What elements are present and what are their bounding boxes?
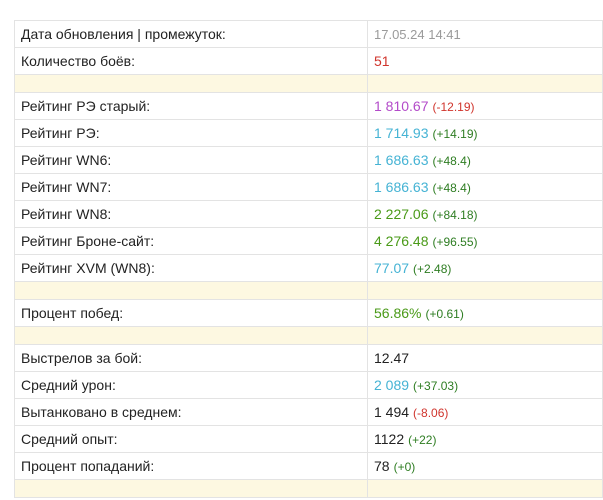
- stat-label: Вытанковано в среднем:: [14, 398, 368, 426]
- stat-delta: (+14.19): [432, 127, 478, 141]
- stat-label: Выстрелов за бой:: [14, 344, 368, 372]
- stat-value: 17.05.24 14:41: [374, 27, 461, 42]
- stat-label: Рейтинг XVM (WN8):: [14, 254, 368, 282]
- stat-value: 1122: [374, 431, 405, 447]
- spacer-cell: [367, 74, 603, 93]
- stats-table: Дата обновления | промежуток: 17.05.24 14…: [14, 20, 603, 498]
- stat-value-cell: 1 494 (-8.06): [367, 398, 603, 426]
- stat-value-cell: 78 (+0): [367, 452, 603, 480]
- stat-row-rating-brone: Рейтинг Броне-сайт: 4 276.48 (+96.55): [14, 227, 603, 255]
- stat-row-rating-wn6: Рейтинг WN6: 1 686.63 (+48.4): [14, 146, 603, 174]
- stat-label: Средний опыт:: [14, 425, 368, 453]
- stat-value-cell: 2 227.06 (+84.18): [367, 200, 603, 228]
- stat-delta: (-8.06): [413, 406, 449, 420]
- stat-row-avg-damage: Средний урон: 2 089 (+37.03): [14, 371, 603, 399]
- stat-value-cell: 4 276.48 (+96.55): [367, 227, 603, 255]
- stat-value-cell: 1 714.93 (+14.19): [367, 119, 603, 147]
- stat-row-rating-wn8: Рейтинг WN8: 2 227.06 (+84.18): [14, 200, 603, 228]
- stat-label: Дата обновления | промежуток:: [14, 20, 368, 48]
- stat-row-update-date: Дата обновления | промежуток: 17.05.24 14…: [14, 20, 603, 48]
- stat-value: 1 686.63: [374, 179, 429, 195]
- stat-label: Средний урон:: [14, 371, 368, 399]
- stat-delta: (+0.61): [425, 307, 464, 321]
- stat-label: Рейтинг Броне-сайт:: [14, 227, 368, 255]
- stat-delta: (+37.03): [413, 379, 459, 393]
- spacer-cell: [367, 479, 603, 498]
- stat-value: 2 089: [374, 377, 410, 393]
- stat-value-cell: 2 089 (+37.03): [367, 371, 603, 399]
- stat-value: 1 714.93: [374, 125, 429, 141]
- stat-row-rating-wn7: Рейтинг WN7: 1 686.63 (+48.4): [14, 173, 603, 201]
- stat-delta: (+0): [393, 460, 416, 474]
- spacer-cell: [14, 281, 368, 300]
- stat-row-win-rate: Процент побед: 56.86% (+0.61): [14, 299, 603, 327]
- stat-value-cell: 17.05.24 14:41: [367, 20, 603, 48]
- stat-row-avg-tanked: Вытанковано в среднем: 1 494 (-8.06): [14, 398, 603, 426]
- spacer-cell: [14, 326, 368, 345]
- spacer-cell: [367, 326, 603, 345]
- stat-value: 2 227.06: [374, 206, 429, 222]
- stat-row-shots-per-battle: Выстрелов за бой: 12.47: [14, 344, 603, 372]
- spacer-row: [14, 281, 603, 300]
- stat-label: Рейтинг WN7:: [14, 173, 368, 201]
- stat-label: Рейтинг РЭ старый:: [14, 92, 368, 120]
- stat-delta: (-12.19): [432, 100, 475, 114]
- stat-row-rating-re-old: Рейтинг РЭ старый: 1 810.67 (-12.19): [14, 92, 603, 120]
- stat-label: Процент побед:: [14, 299, 368, 327]
- stat-delta: (+84.18): [432, 208, 478, 222]
- stat-value: 1 810.67: [374, 98, 429, 114]
- stat-delta: (+2.48): [413, 262, 452, 276]
- stat-value-cell: 56.86% (+0.61): [367, 299, 603, 327]
- stat-value-cell: 1 686.63 (+48.4): [367, 173, 603, 201]
- stat-value: 4 276.48: [374, 233, 429, 249]
- spacer-cell: [14, 74, 368, 93]
- spacer-row: [14, 479, 603, 498]
- spacer-row: [14, 326, 603, 345]
- stat-delta: (+22): [408, 433, 437, 447]
- stat-row-rating-xvm: Рейтинг XVM (WN8): 77.07 (+2.48): [14, 254, 603, 282]
- stat-label: Количество боёв:: [14, 47, 368, 75]
- stat-delta: (+96.55): [432, 235, 478, 249]
- spacer-cell: [367, 281, 603, 300]
- stats-body: Дата обновления | промежуток: 17.05.24 14…: [14, 20, 603, 498]
- stat-value-cell: 77.07 (+2.48): [367, 254, 603, 282]
- stat-delta: (+48.4): [432, 154, 471, 168]
- spacer-row: [14, 74, 603, 93]
- stat-value-cell: 1 810.67 (-12.19): [367, 92, 603, 120]
- stat-label: Рейтинг РЭ:: [14, 119, 368, 147]
- stat-value-cell: 51: [367, 47, 603, 75]
- stat-row-hit-rate: Процент попаданий: 78 (+0): [14, 452, 603, 480]
- stat-value: 1 494: [374, 404, 410, 420]
- spacer-cell: [14, 479, 368, 498]
- stat-value: 1 686.63: [374, 152, 429, 168]
- stat-label: Рейтинг WN8:: [14, 200, 368, 228]
- stat-label: Рейтинг WN6:: [14, 146, 368, 174]
- stat-row-battle-count: Количество боёв: 51: [14, 47, 603, 75]
- stat-value-cell: 1122 (+22): [367, 425, 603, 453]
- stat-delta: (+48.4): [432, 181, 471, 195]
- stat-value-cell: 1 686.63 (+48.4): [367, 146, 603, 174]
- stat-row-rating-re: Рейтинг РЭ: 1 714.93 (+14.19): [14, 119, 603, 147]
- stat-value: 77.07: [374, 260, 410, 276]
- stat-value-cell: 12.47: [367, 344, 603, 372]
- stat-value: 12.47: [374, 350, 410, 366]
- stat-value: 51: [374, 53, 390, 69]
- stat-value: 78: [374, 458, 390, 474]
- stat-row-avg-xp: Средний опыт: 1122 (+22): [14, 425, 603, 453]
- stat-value: 56.86%: [374, 305, 422, 321]
- stat-label: Процент попаданий:: [14, 452, 368, 480]
